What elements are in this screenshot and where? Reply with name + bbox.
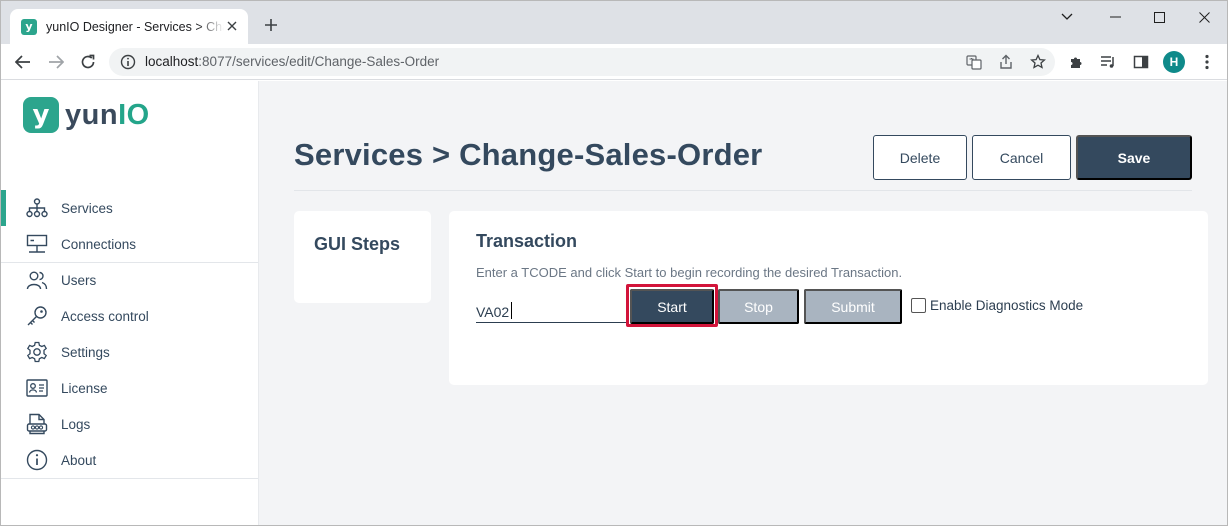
yunio-favicon-icon: y <box>21 18 37 35</box>
logo-text: yunIO <box>65 98 150 131</box>
sidebar-item-label: About <box>61 452 97 468</box>
close-tab-icon[interactable] <box>224 18 240 34</box>
log-file-icon <box>26 413 48 435</box>
text-caret <box>511 302 512 319</box>
minimize-icon[interactable] <box>1105 7 1125 27</box>
tab-title: yunIO Designer - Services > Change-Sales… <box>46 19 224 34</box>
sidebar-item-logs[interactable]: Logs <box>1 406 258 442</box>
extensions-icon[interactable] <box>1067 52 1087 72</box>
gui-steps-panel: GUI Steps <box>294 211 431 303</box>
network-icon <box>26 233 48 255</box>
title-bar: y yunIO Designer - Services > Change-Sal… <box>1 1 1227 44</box>
browser-window: y yunIO Designer - Services > Change-Sal… <box>0 0 1228 526</box>
share-icon[interactable] <box>997 53 1015 71</box>
gear-icon <box>26 341 48 363</box>
sidebar-item-label: Logs <box>61 416 91 432</box>
side-panel-icon[interactable] <box>1131 52 1151 72</box>
url-path: :8077/services/edit/Change-Sales-Order <box>198 54 440 69</box>
sidebar-item-label: Services <box>61 200 113 216</box>
diagnostics-toggle[interactable]: Enable Diagnostics Mode <box>911 298 1083 313</box>
sidebar-item-settings[interactable]: Settings <box>1 334 258 370</box>
sidebar-item-label: License <box>61 380 108 396</box>
page-title: Services > Change-Sales-Order <box>294 137 763 172</box>
sidebar-item-services[interactable]: Services <box>1 190 258 226</box>
bookmark-star-icon[interactable] <box>1029 53 1047 71</box>
transaction-title: Transaction <box>476 231 578 251</box>
profile-avatar[interactable]: H <box>1163 51 1185 73</box>
logo-mark: y <box>23 97 59 133</box>
sidebar-item-label: Connections <box>61 236 137 252</box>
url-host: localhost <box>145 54 199 69</box>
sidebar-item-license[interactable]: License <box>1 370 258 406</box>
tab-search-chevron-icon[interactable] <box>1057 7 1077 27</box>
transaction-description: Enter a TCODE and click Start to begin r… <box>476 265 903 280</box>
delete-button[interactable]: Delete <box>873 135 967 180</box>
maximize-icon[interactable] <box>1149 7 1169 27</box>
sidebar-divider <box>1 478 258 479</box>
gui-steps-title: GUI Steps <box>314 234 401 254</box>
back-arrow-icon[interactable] <box>13 52 33 72</box>
start-button-highlight <box>626 284 718 327</box>
save-button[interactable]: Save <box>1076 135 1192 180</box>
sidebar-item-access-control[interactable]: Access control <box>1 298 258 334</box>
yunio-logo[interactable]: y yunIO <box>23 97 150 133</box>
browser-toolbar: localhost:8077/services/edit/Change-Sale… <box>1 44 1227 80</box>
stop-button[interactable]: Stop <box>718 289 799 324</box>
sidebar-item-users[interactable]: Users <box>1 262 258 298</box>
diagnostics-checkbox[interactable] <box>911 298 926 313</box>
main-content: Services > Change-Sales-Order Delete Can… <box>259 81 1227 525</box>
reload-icon[interactable] <box>78 52 98 72</box>
site-info-icon[interactable] <box>119 53 137 71</box>
sidebar-item-label: Access control <box>61 308 149 324</box>
header-divider <box>294 190 1192 191</box>
sitemap-icon <box>26 197 48 219</box>
url-text: localhost:8077/services/edit/Change-Sale… <box>145 54 439 69</box>
transaction-panel: Transaction Enter a TCODE and click Star… <box>449 211 1208 385</box>
browser-menu-icon[interactable] <box>1197 52 1217 72</box>
sidebar-item-about[interactable]: About <box>1 442 258 478</box>
cancel-button[interactable]: Cancel <box>972 135 1071 180</box>
new-tab-icon[interactable] <box>261 15 281 35</box>
sidebar-item-label: Users <box>61 272 97 288</box>
tcode-input[interactable] <box>476 299 626 323</box>
address-bar[interactable]: localhost:8077/services/edit/Change-Sale… <box>109 48 1055 76</box>
key-icon <box>26 305 48 327</box>
forward-arrow-icon[interactable] <box>46 52 66 72</box>
sidebar: y yunIO Services Connections Users Acces… <box>1 81 259 525</box>
sidebar-item-label: Settings <box>61 344 110 360</box>
close-window-icon[interactable] <box>1194 7 1214 27</box>
translate-icon[interactable] <box>965 53 983 71</box>
users-icon <box>26 269 48 291</box>
diagnostics-label: Enable Diagnostics Mode <box>930 298 1084 313</box>
info-icon <box>26 449 48 471</box>
browser-tab[interactable]: y yunIO Designer - Services > Change-Sal… <box>10 9 248 44</box>
submit-button[interactable]: Submit <box>804 289 902 324</box>
id-card-icon <box>26 377 48 399</box>
sidebar-item-connections[interactable]: Connections <box>1 226 258 262</box>
media-controls-icon[interactable] <box>1099 52 1119 72</box>
